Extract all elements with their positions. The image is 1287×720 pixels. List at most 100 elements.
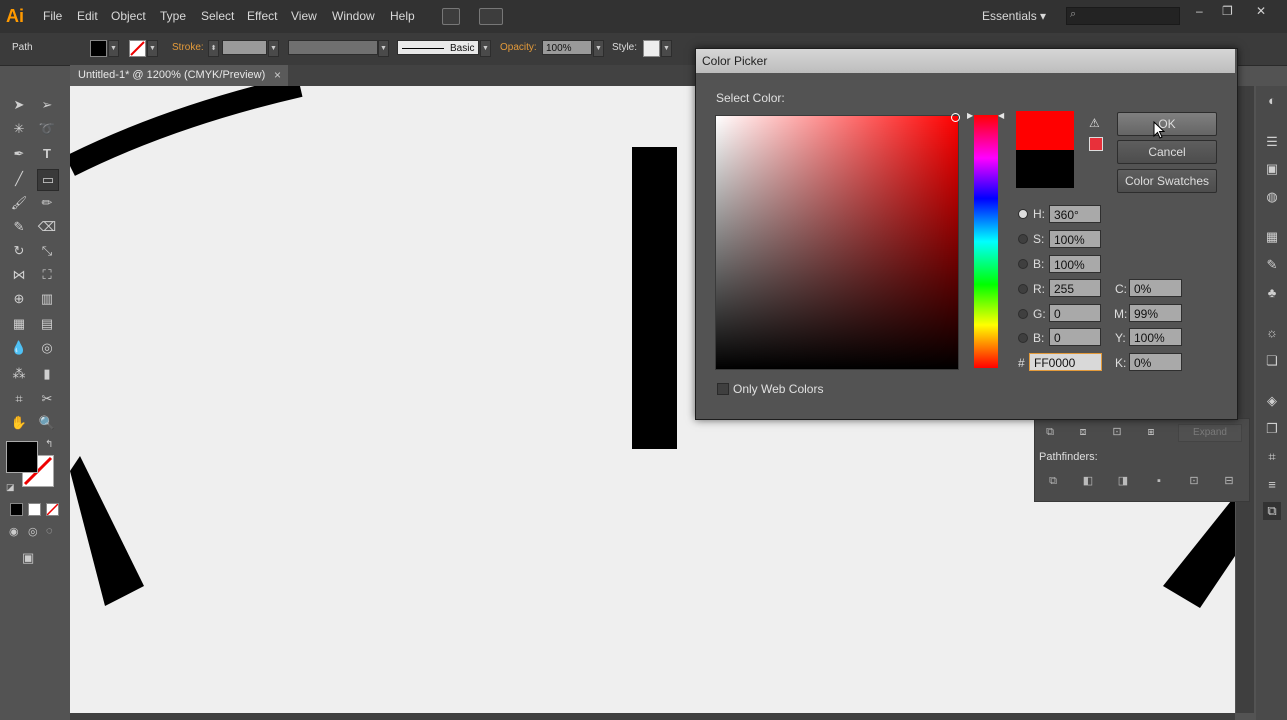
fill-dropdown-icon[interactable]: ▼ — [108, 40, 119, 57]
shape-mode-intersect-icon[interactable]: ⊡ — [1110, 425, 1124, 439]
saturation-field[interactable]: 100% — [1049, 230, 1101, 248]
brush-definition-field[interactable]: Basic — [397, 40, 479, 55]
symbol-sprayer-tool-icon[interactable]: ⁂ — [9, 364, 29, 384]
none-mode-icon[interactable] — [46, 503, 59, 516]
perspective-grid-tool-icon[interactable]: ▥ — [37, 289, 57, 309]
color-field-marker[interactable] — [951, 113, 960, 122]
swap-fill-stroke-icon[interactable]: ↰ — [45, 439, 53, 450]
help-search-input[interactable]: ⌕ — [1066, 7, 1180, 25]
pathfinder-merge-icon[interactable]: ◨ — [1116, 474, 1130, 488]
variable-width-dropdown-icon[interactable]: ▼ — [378, 40, 389, 57]
blue-field[interactable]: 0 — [1049, 328, 1101, 346]
opacity-field[interactable]: 100% — [542, 40, 592, 55]
menu-window[interactable]: Window — [332, 9, 375, 23]
green-radio[interactable] — [1018, 309, 1028, 319]
shape-builder-tool-icon[interactable]: ⊕ — [9, 289, 29, 309]
shape-mode-unite-icon[interactable]: ⧉ — [1043, 425, 1057, 439]
direct-selection-tool-icon[interactable]: ➢ — [37, 95, 57, 115]
shape-mode-exclude-icon[interactable]: ⧆ — [1144, 425, 1158, 439]
hue-slider-left-arrow-icon[interactable]: ▶ — [967, 111, 973, 120]
pathfinder-outline-icon[interactable]: ⊡ — [1187, 474, 1201, 488]
bridge-icon[interactable] — [442, 8, 460, 25]
hue-field[interactable]: 360° — [1049, 205, 1101, 223]
hex-field[interactable]: FF0000 — [1029, 353, 1102, 371]
stroke-swatch[interactable] — [129, 40, 146, 57]
green-field[interactable]: 0 — [1049, 304, 1101, 322]
black-field[interactable]: 0% — [1129, 353, 1182, 371]
workspace-switcher[interactable]: Essentials ▾ — [982, 9, 1046, 23]
graphic-styles-panel-icon[interactable]: ❏ — [1263, 352, 1281, 370]
color-swatches-button[interactable]: Color Swatches — [1117, 169, 1217, 193]
draw-behind-icon[interactable]: ◎ — [28, 525, 38, 538]
only-web-colors-label[interactable]: Only Web Colors — [733, 382, 823, 396]
blend-tool-icon[interactable]: ◎ — [37, 338, 57, 358]
magic-wand-tool-icon[interactable]: ✳ — [9, 119, 29, 139]
cyan-field[interactable]: 0% — [1129, 279, 1182, 297]
close-window-button[interactable]: ✕ — [1256, 4, 1266, 18]
pathfinder-minus-back-icon[interactable]: ⊟ — [1222, 474, 1236, 488]
type-tool-icon[interactable]: T — [37, 144, 57, 164]
pathfinder-crop-icon[interactable]: ▪ — [1152, 474, 1166, 488]
pathfinder-panel-icon[interactable]: ⧉ — [1263, 502, 1281, 520]
cancel-button[interactable]: Cancel — [1117, 140, 1217, 164]
menu-help[interactable]: Help — [390, 9, 415, 23]
draw-inside-icon[interactable]: ◌ — [46, 525, 53, 537]
hue-radio[interactable] — [1018, 209, 1028, 219]
red-radio[interactable] — [1018, 284, 1028, 294]
brightness-field[interactable]: 100% — [1049, 255, 1101, 273]
arrange-documents-icon[interactable] — [479, 8, 503, 25]
pathfinder-trim-icon[interactable]: ◧ — [1081, 474, 1095, 488]
column-graph-tool-icon[interactable]: ▮ — [37, 364, 57, 384]
document-tab[interactable]: Untitled-1* @ 1200% (CMYK/Preview) × — [70, 65, 288, 86]
yellow-field[interactable]: 100% — [1129, 328, 1182, 346]
swatches-panel-icon[interactable]: ▦ — [1263, 228, 1281, 246]
gradient-tool-icon[interactable]: ▤ — [37, 314, 57, 334]
appearance-panel-icon[interactable]: ☼ — [1263, 324, 1281, 342]
brightness-radio[interactable] — [1018, 259, 1028, 269]
restore-button[interactable]: ❐ — [1222, 4, 1233, 18]
opacity-label[interactable]: Opacity: — [500, 42, 537, 53]
menu-file[interactable]: File — [43, 9, 62, 23]
fill-color-box[interactable] — [6, 441, 38, 473]
saturation-radio[interactable] — [1018, 234, 1028, 244]
brushes-panel-icon[interactable]: ✎ — [1263, 256, 1281, 274]
paintbrush-tool-icon[interactable]: 🖌 — [9, 193, 29, 213]
menu-edit[interactable]: Edit — [77, 9, 98, 23]
gradient-mode-icon[interactable] — [28, 503, 41, 516]
red-field[interactable]: 255 — [1049, 279, 1101, 297]
stroke-label[interactable]: Stroke: — [172, 42, 204, 53]
color-panel-icon[interactable]: ◐ — [1263, 92, 1281, 110]
graphic-style-swatch[interactable] — [643, 40, 660, 57]
shape-mode-minus-front-icon[interactable]: ⧈ — [1076, 425, 1090, 439]
stroke-weight-dropdown-icon[interactable]: ▼ — [268, 40, 279, 57]
brush-dropdown-icon[interactable]: ▼ — [480, 40, 491, 57]
artboard-tool-icon[interactable]: ⌗ — [9, 389, 29, 409]
fill-swatch[interactable] — [90, 40, 107, 57]
expand-button[interactable]: Expand — [1178, 424, 1242, 442]
opacity-dropdown-icon[interactable]: ▼ — [593, 40, 604, 57]
stroke-panel-icon[interactable]: ☰ — [1263, 133, 1281, 151]
layers-panel-icon[interactable]: ◈ — [1263, 392, 1281, 410]
eyedropper-tool-icon[interactable]: 💧 — [9, 338, 29, 358]
vertical-scrollbar[interactable] — [1236, 86, 1254, 713]
variable-width-field[interactable] — [288, 40, 378, 55]
transform-panel-icon[interactable]: ⌗ — [1263, 448, 1281, 466]
lasso-tool-icon[interactable]: ➰ — [37, 119, 57, 139]
color-mode-icon[interactable] — [10, 503, 23, 516]
rotate-tool-icon[interactable]: ↻ — [9, 241, 29, 261]
pencil-tool-icon[interactable]: ✏ — [37, 193, 57, 213]
hue-slider-right-arrow-icon[interactable]: ◀ — [998, 111, 1004, 120]
artboards-panel-icon[interactable]: ❐ — [1263, 420, 1281, 438]
menu-select[interactable]: Select — [201, 9, 234, 23]
graphic-style-dropdown-icon[interactable]: ▼ — [661, 40, 672, 57]
transparency-panel-icon[interactable]: ◍ — [1263, 188, 1281, 206]
pathfinder-divide-icon[interactable]: ⧉ — [1046, 474, 1060, 488]
menu-effect[interactable]: Effect — [247, 9, 277, 23]
gradient-panel-icon[interactable]: ▣ — [1263, 160, 1281, 178]
menu-view[interactable]: View — [291, 9, 317, 23]
line-segment-tool-icon[interactable]: ╱ — [9, 169, 29, 189]
stroke-weight-field[interactable] — [222, 40, 267, 55]
menu-object[interactable]: Object — [111, 9, 146, 23]
horizontal-scrollbar[interactable] — [70, 713, 1235, 720]
draw-normal-icon[interactable]: ◉ — [9, 525, 19, 538]
